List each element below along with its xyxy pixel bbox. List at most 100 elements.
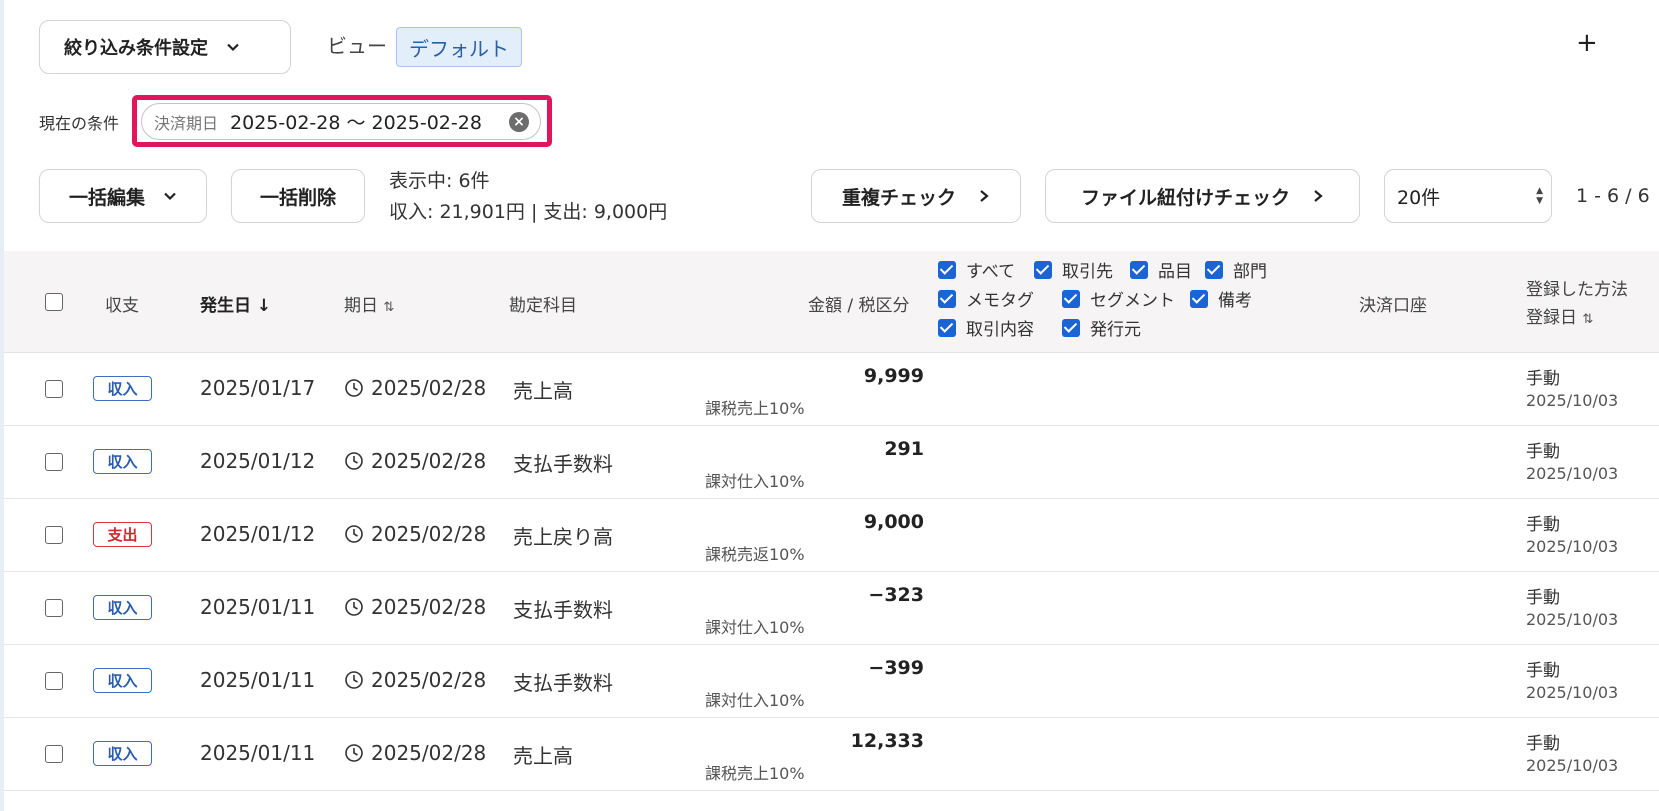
bulk-edit-button[interactable]: 一括編集 <box>39 169 207 223</box>
col-type: 収支 <box>105 296 139 316</box>
due-date-text: 2025/02/28 <box>371 376 487 400</box>
reg-date: 2025/10/03 <box>1526 683 1619 702</box>
reg-date: 2025/10/03 <box>1526 537 1619 556</box>
reg-method: 手動 <box>1526 661 1560 681</box>
checkbox-checked-icon <box>1190 290 1208 308</box>
row-checkbox[interactable] <box>45 453 63 471</box>
account: 売上高 <box>513 744 573 768</box>
due-date-text: 2025/02/28 <box>371 595 487 619</box>
due-date-text: 2025/02/28 <box>371 449 487 473</box>
col-due-date[interactable]: 期日 ⇅ <box>344 291 394 316</box>
add-view-button[interactable]: + <box>1576 30 1598 56</box>
clear-condition-icon[interactable]: × <box>509 112 529 132</box>
condition-value: 2025-02-28 〜 2025-02-28 <box>230 112 482 134</box>
tax-category: 課税売上10% <box>705 764 805 783</box>
occurred-date: 2025/01/17 <box>200 376 316 400</box>
row-checkbox[interactable] <box>45 599 63 617</box>
due-date: 2025/02/28 <box>344 522 486 546</box>
chevron-right-icon <box>980 190 989 202</box>
checkbox-checked-icon <box>938 319 956 337</box>
filter-settings-button[interactable]: 絞り込み条件設定 <box>39 20 291 74</box>
table-row[interactable]: 収入 2025/01/11 2025/02/28 支払手数料 −323 課対仕入… <box>4 572 1659 645</box>
file-link-check-label: ファイル紐付けチェック <box>1080 186 1290 209</box>
reg-date: 2025/10/03 <box>1526 610 1619 629</box>
amount: 291 <box>884 438 924 460</box>
checkbox-checked-icon <box>1062 290 1080 308</box>
due-date-text: 2025/02/28 <box>371 522 487 546</box>
occurred-date: 2025/01/11 <box>200 668 316 692</box>
checkbox-checked-icon <box>1205 261 1223 279</box>
tax-category: 課税売上10% <box>705 399 805 418</box>
column-option-transaction[interactable]: 取引内容 <box>938 315 1034 340</box>
reg-date: 2025/10/03 <box>1526 464 1619 483</box>
column-option-all[interactable]: すべて <box>938 257 1015 282</box>
column-option-remarks[interactable]: 備考 <box>1190 286 1252 311</box>
condition-key: 決済期日 <box>154 113 219 133</box>
column-option-label: 品目 <box>1158 262 1192 282</box>
due-date: 2025/02/28 <box>344 595 486 619</box>
column-option-label: メモタグ <box>966 291 1034 311</box>
condition-chip[interactable]: 決済期日 2025-02-28 〜 2025-02-28 × <box>141 103 541 140</box>
due-date: 2025/02/28 <box>344 376 486 400</box>
checkbox-checked-icon <box>938 261 956 279</box>
type-badge: 収入 <box>93 741 152 766</box>
account: 支払手数料 <box>513 598 613 622</box>
tax-category: 課対仕入10% <box>705 472 805 491</box>
checkbox-checked-icon <box>938 290 956 308</box>
tax-category: 課対仕入10% <box>705 691 805 710</box>
column-option-department[interactable]: 部門 <box>1205 257 1267 282</box>
row-checkbox[interactable] <box>45 745 63 763</box>
select-all-checkbox[interactable] <box>45 293 63 311</box>
column-option-item[interactable]: 品目 <box>1130 257 1192 282</box>
showing-count: 表示中: 6件 <box>389 170 490 192</box>
sort-both-icon: ⇅ <box>1582 312 1594 327</box>
row-checkbox[interactable] <box>45 526 63 544</box>
view-default-chip[interactable]: デフォルト <box>396 27 522 67</box>
reg-date: 2025/10/03 <box>1526 391 1619 410</box>
current-condition-label: 現在の条件 <box>39 114 120 133</box>
table-row[interactable]: 収入 2025/01/12 2025/02/28 支払手数料 291 課対仕入1… <box>4 426 1659 499</box>
reg-method: 手動 <box>1526 442 1560 462</box>
account: 売上戻り高 <box>513 525 613 549</box>
occurred-date: 2025/01/11 <box>200 595 316 619</box>
col-settlement-account: 決済口座 <box>1359 296 1427 316</box>
due-date: 2025/02/28 <box>344 668 486 692</box>
column-option-label: 取引内容 <box>966 320 1034 340</box>
amount: 12,333 <box>850 730 924 752</box>
col-occurred-date[interactable]: 発生日 ↓ <box>200 291 271 316</box>
clock-icon <box>345 598 363 616</box>
row-checkbox[interactable] <box>45 380 63 398</box>
table-row[interactable]: 収入 2025/01/11 2025/02/28 売上高 12,333 課税売上… <box>4 718 1659 791</box>
reg-method: 手動 <box>1526 369 1560 389</box>
per-page-value: 20件 <box>1397 186 1441 209</box>
duplicate-check-button[interactable]: 重複チェック <box>811 169 1021 223</box>
totals-text: 収入: 21,901円 | 支出: 9,000円 <box>389 201 668 223</box>
table-row[interactable]: 収入 2025/01/17 2025/02/28 売上高 9,999 課税売上1… <box>4 353 1659 426</box>
clock-icon <box>345 744 363 762</box>
occurred-date: 2025/01/12 <box>200 449 316 473</box>
chevron-down-icon <box>164 192 176 201</box>
column-option-label: 部門 <box>1233 262 1267 282</box>
col-reg-date[interactable]: 登録日 ⇅ <box>1526 303 1593 328</box>
bulk-delete-button[interactable]: 一括削除 <box>231 169 365 223</box>
table-row[interactable]: 収入 2025/01/11 2025/02/28 支払手数料 −399 課対仕入… <box>4 645 1659 718</box>
col-account: 勘定科目 <box>509 296 577 316</box>
row-checkbox[interactable] <box>45 672 63 690</box>
per-page-select[interactable]: 20件 ▲ ▼ <box>1384 169 1552 223</box>
file-link-check-button[interactable]: ファイル紐付けチェック <box>1045 169 1360 223</box>
duplicate-check-label: 重複チェック <box>841 186 956 209</box>
column-option-client[interactable]: 取引先 <box>1034 257 1113 282</box>
clock-icon <box>345 525 363 543</box>
column-option-memo-tag[interactable]: メモタグ <box>938 286 1034 311</box>
column-option-label: 発行元 <box>1090 320 1141 340</box>
type-badge: 収入 <box>93 376 152 401</box>
col-due-label: 期日 <box>344 296 378 316</box>
type-badge: 支出 <box>93 522 152 547</box>
column-option-segment[interactable]: セグメント <box>1062 286 1175 311</box>
due-date: 2025/02/28 <box>344 741 486 765</box>
column-option-issuer[interactable]: 発行元 <box>1062 315 1141 340</box>
view-label: ビュー <box>327 34 387 58</box>
table-row[interactable]: 支出 2025/01/12 2025/02/28 売上戻り高 9,000 課税売… <box>4 499 1659 572</box>
clock-icon <box>345 452 363 470</box>
account: 支払手数料 <box>513 671 613 695</box>
